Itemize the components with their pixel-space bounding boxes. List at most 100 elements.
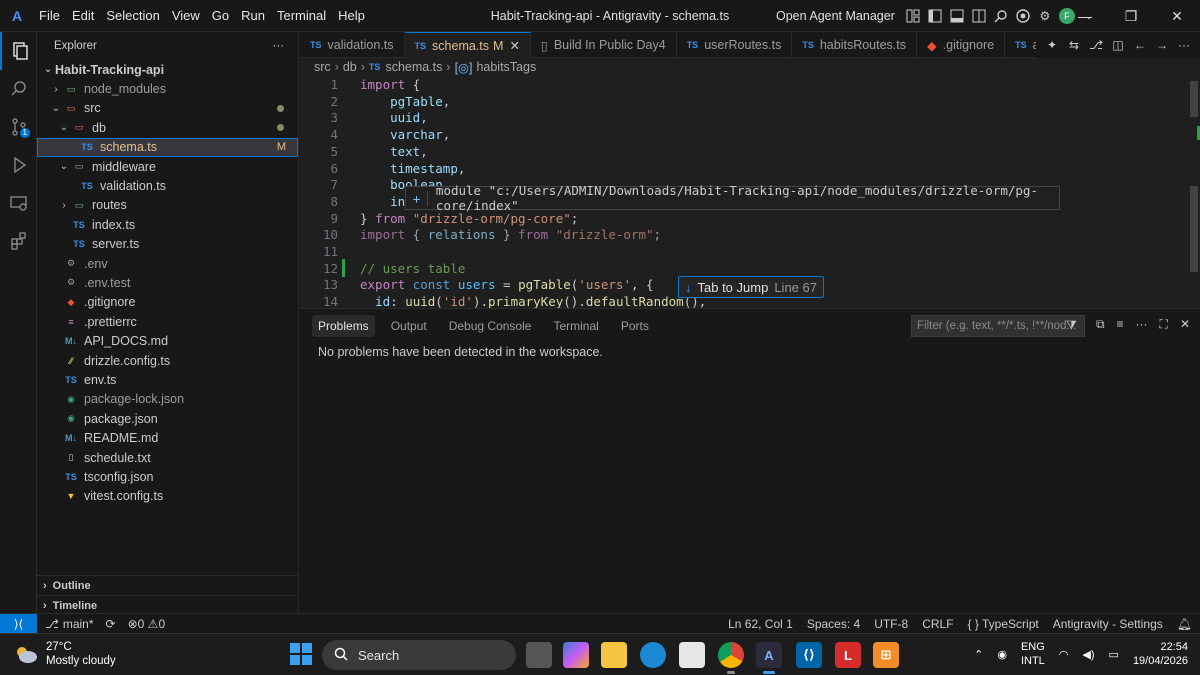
tab-user-routes[interactable]: TS userRoutes.ts [677, 32, 793, 58]
volume-icon[interactable]: ◀) [1082, 648, 1094, 661]
search-icon[interactable] [993, 8, 1009, 24]
source-control-icon[interactable]: 1 [0, 108, 37, 146]
back-arrow-icon[interactable]: ← [1132, 37, 1148, 53]
forward-arrow-icon[interactable]: → [1154, 37, 1170, 53]
tray-app-icon[interactable]: ◉ [997, 648, 1007, 661]
search-view-icon[interactable] [0, 70, 37, 108]
editor-scrollbar[interactable] [1186, 76, 1200, 308]
expand-hover-icon[interactable]: + [406, 190, 428, 206]
menu-go[interactable]: Go [207, 0, 234, 32]
tree-item-server[interactable]: TS server.ts [37, 235, 298, 254]
antigravity-settings[interactable]: Antigravity - Settings [1053, 617, 1163, 631]
edge-icon[interactable] [640, 642, 666, 668]
tree-item-prettierrc[interactable]: ≡ .prettierrc [37, 312, 298, 331]
tab-schema[interactable]: TS schema.ts M ✕ [404, 32, 531, 58]
sync-icon[interactable]: ⟳ [106, 617, 116, 631]
more-actions-icon[interactable]: ··· [1136, 317, 1148, 332]
task-view-icon[interactable] [526, 642, 552, 668]
close-icon[interactable]: ✕ [1154, 0, 1200, 32]
tab-output[interactable]: Output [385, 315, 433, 337]
tree-item-api-docs[interactable]: M↓ API_DOCS.md [37, 331, 298, 350]
problems-filter-input[interactable]: Filter (e.g. text, **/*.ts, !**/nod... [911, 315, 1085, 337]
tree-item-middleware[interactable]: ⌄ ▭ middleware [37, 157, 298, 176]
chrome-icon[interactable] [1015, 8, 1031, 24]
tab-to-jump-hint[interactable]: ↓ Tab to Jump Line 67 [678, 276, 824, 298]
timeline-section[interactable]: › Timeline [37, 595, 299, 615]
encoding[interactable]: UTF-8 [874, 617, 908, 631]
tree-item-env-ts[interactable]: TS env.ts [37, 370, 298, 389]
explorer-icon[interactable] [0, 32, 37, 70]
close-tab-icon[interactable]: ✕ [509, 38, 519, 53]
scroll-thumb-lower[interactable] [1190, 186, 1198, 272]
remote-indicator-icon[interactable]: ⟩⟨ [0, 613, 37, 634]
more-actions-icon[interactable]: ··· [1176, 37, 1192, 53]
run-debug-icon[interactable] [0, 146, 37, 184]
breadcrumb-symbol[interactable]: habitsTags [476, 60, 536, 74]
tab-problems[interactable]: Problems [312, 315, 375, 337]
bell-icon[interactable]: 🔔︎ [1177, 617, 1192, 631]
tree-item-gitignore[interactable]: ◆ .gitignore [37, 293, 298, 312]
breadcrumb-file[interactable]: schema.ts [385, 60, 442, 74]
toggle-secondary-sidebar-icon[interactable] [971, 8, 987, 24]
menu-selection[interactable]: Selection [101, 0, 164, 32]
tree-item-readme[interactable]: M↓ README.md [37, 428, 298, 447]
menu-edit[interactable]: Edit [67, 0, 99, 32]
tree-item-schedule[interactable]: ▯ schedule.txt [37, 448, 298, 467]
tab-build-in-public[interactable]: ▯ Build In Public Day4 [531, 32, 677, 58]
tab-gitignore[interactable]: ◆ .gitignore [917, 32, 1006, 58]
scroll-thumb[interactable] [1190, 81, 1198, 117]
menu-view[interactable]: View [167, 0, 205, 32]
tab-debug-console[interactable]: Debug Console [443, 315, 538, 337]
breadcrumb-db[interactable]: db [343, 60, 357, 74]
maximize-panel-icon[interactable]: ⛶ [1160, 317, 1168, 332]
branch-item[interactable]: ⎇ main* [45, 617, 94, 631]
cursor-position[interactable]: Ln 62, Col 1 [728, 617, 793, 631]
menu-run[interactable]: Run [236, 0, 270, 32]
tree-item-routes[interactable]: › ▭ routes [37, 196, 298, 215]
vscode-icon[interactable]: ⟨⟩ [796, 642, 822, 668]
clock[interactable]: 22:54 19/04/2026 [1133, 640, 1188, 668]
collapse-all-icon[interactable]: ⧉ [1096, 317, 1105, 332]
battery-icon[interactable]: ▭ [1109, 648, 1119, 661]
tab-terminal[interactable]: Terminal [547, 315, 604, 337]
tree-item-package-json[interactable]: ◉ package.json [37, 409, 298, 428]
restore-icon[interactable]: ❐ [1108, 0, 1154, 32]
tree-item-package-lock[interactable]: ◉ package-lock.json [37, 390, 298, 409]
antigravity-taskbar-icon[interactable]: A [756, 642, 782, 674]
minimize-icon[interactable]: — [1062, 0, 1108, 32]
extensions-icon[interactable] [0, 222, 37, 260]
wifi-icon[interactable]: ◠ [1059, 648, 1069, 661]
tree-item-drizzle-config[interactable]: ⁄⁄ drizzle.config.ts [37, 351, 298, 370]
language-mode[interactable]: { } TypeScript [968, 617, 1039, 631]
tree-item-node_modules[interactable]: › ▭ node_modules [37, 79, 298, 98]
tree-item-vitest-config[interactable]: ▼ vitest.config.ts [37, 487, 298, 506]
filter-icon[interactable]: ⧩ [1066, 318, 1077, 333]
layout-icon[interactable] [905, 8, 921, 24]
tree-item-db[interactable]: ⌄ ▭ db [37, 118, 298, 137]
menu-help[interactable]: Help [333, 0, 370, 32]
compare-icon[interactable]: ⇆ [1066, 37, 1082, 53]
chrome-taskbar-icon[interactable] [718, 642, 744, 674]
line-ending[interactable]: CRLF [922, 617, 953, 631]
copilot-icon[interactable] [563, 642, 589, 668]
git-compare-icon[interactable]: ⎇ [1088, 37, 1104, 53]
outline-section[interactable]: › Outline [37, 575, 299, 595]
tree-item-tsconfig[interactable]: TS tsconfig.json [37, 467, 298, 486]
chevron-up-icon[interactable]: ⌃ [974, 648, 983, 661]
weather-widget[interactable]: 27°C Mostly cloudy [14, 640, 116, 668]
problems-item[interactable]: ⊗0 ⚠0 [128, 617, 166, 631]
file-explorer-icon[interactable] [601, 642, 627, 668]
toggle-sidebar-icon[interactable] [927, 8, 943, 24]
breadcrumb-src[interactable]: src [314, 60, 331, 74]
menu-terminal[interactable]: Terminal [272, 0, 331, 32]
remote-explorer-icon[interactable] [0, 184, 37, 222]
tree-root-folder[interactable]: ⌄ Habit-Tracking-api [37, 60, 298, 79]
tab-ports[interactable]: Ports [615, 315, 655, 337]
indentation[interactable]: Spaces: 4 [807, 617, 860, 631]
app-orange-icon[interactable]: ⊞ [873, 642, 899, 668]
sparkle-icon[interactable]: ✦ [1044, 37, 1060, 53]
close-panel-icon[interactable]: ✕ [1180, 317, 1190, 332]
taskbar-search[interactable]: Search [322, 640, 516, 670]
tree-item-validation[interactable]: TS validation.ts [37, 176, 298, 195]
tree-item-src[interactable]: ⌄ ▭ src [37, 99, 298, 118]
